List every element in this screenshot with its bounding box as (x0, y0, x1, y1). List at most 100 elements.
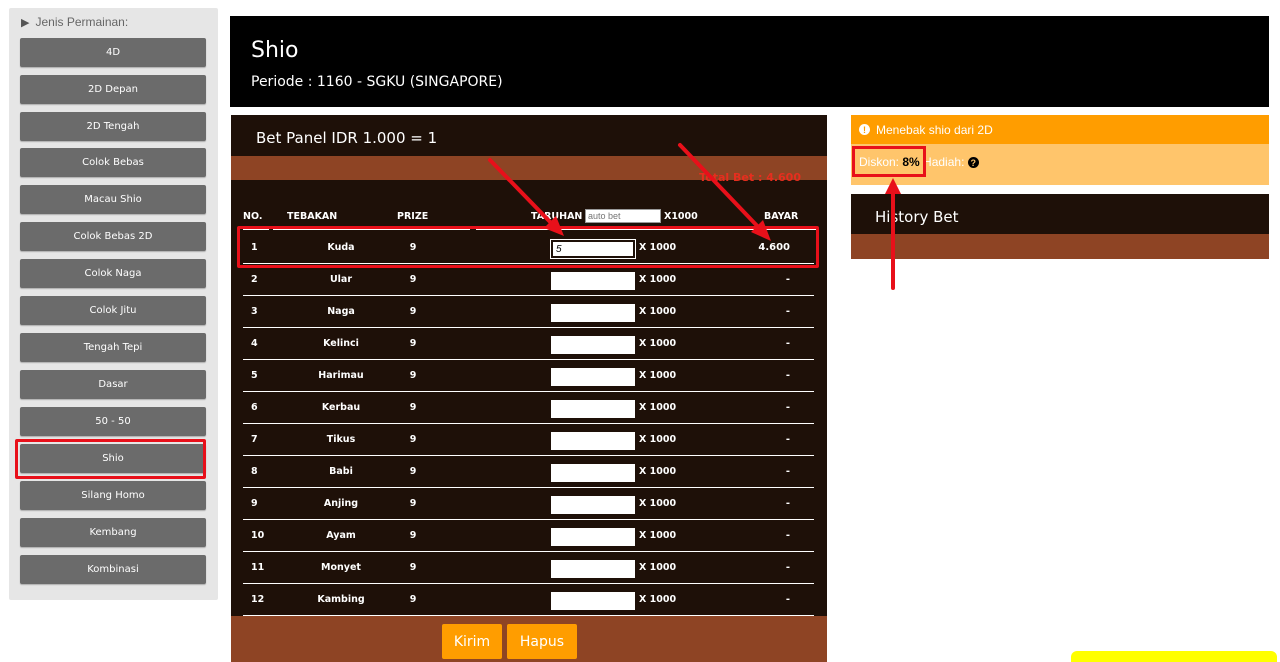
multiplier-label: X 1000 (639, 402, 677, 413)
yellow-widget-tab[interactable] (1071, 651, 1277, 662)
row-prize: 9 (409, 274, 417, 285)
info-header: ! Menebak shio dari 2D (851, 115, 1269, 144)
game-type-button-macau-shio[interactable]: Macau Shio (20, 185, 206, 214)
game-type-button-kembang[interactable]: Kembang (20, 518, 206, 547)
row-bayar: - (785, 370, 790, 381)
taruhan-input[interactable] (551, 464, 635, 482)
taruhan-input[interactable] (551, 400, 635, 418)
row-number: 12 (251, 594, 265, 605)
row-prize: 9 (409, 498, 417, 509)
hapus-button[interactable]: Hapus (507, 624, 577, 659)
col-header-tebakan: TEBAKAN (287, 211, 338, 222)
bet-row: 1 Kuda 9 X 1000 4.600 (243, 232, 814, 264)
game-type-button-4d[interactable]: 4D (20, 38, 206, 67)
row-bayar: - (785, 402, 790, 413)
taruhan-input[interactable] (551, 432, 635, 450)
row-prize: 9 (409, 306, 417, 317)
row-number: 10 (251, 530, 265, 541)
taruhan-input[interactable] (551, 272, 635, 290)
hadiah-label: Hadiah: (923, 155, 965, 169)
taruhan-input[interactable] (551, 592, 635, 610)
kirim-button[interactable]: Kirim (442, 624, 502, 659)
taruhan-input[interactable] (551, 304, 635, 322)
game-type-button-shio[interactable]: Shio (20, 444, 206, 473)
taruhan-input[interactable] (551, 368, 635, 386)
multiplier-label: X 1000 (639, 434, 677, 445)
game-type-button-colok-jitu[interactable]: Colok Jitu (20, 296, 206, 325)
row-tebakan: Babi (329, 466, 353, 477)
bet-row: 4 Kelinci 9 X 1000 - (243, 328, 814, 360)
row-bayar: - (785, 594, 790, 605)
row-bayar: - (785, 466, 790, 477)
bet-row: 3 Naga 9 X 1000 - (243, 296, 814, 328)
header-underline (243, 228, 269, 230)
auto-bet-input[interactable] (585, 209, 661, 223)
row-prize: 9 (409, 530, 417, 541)
row-tebakan: Ayam (326, 530, 356, 541)
game-type-button-2d-depan[interactable]: 2D Depan (20, 75, 206, 104)
row-bayar: - (785, 498, 790, 509)
game-type-button-kombinasi[interactable]: Kombinasi (20, 555, 206, 584)
multiplier-label: X 1000 (639, 306, 677, 317)
multiplier-label: X 1000 (639, 594, 677, 605)
info-heading: Menebak shio dari 2D (876, 122, 993, 137)
multiplier-label: X 1000 (639, 274, 677, 285)
row-tebakan: Harimau (318, 370, 364, 381)
multiplier-label: X 1000 (639, 370, 677, 381)
header-underline (476, 228, 816, 230)
question-icon[interactable]: ? (967, 157, 979, 169)
sidebar-title-label: Jenis Permainan: (35, 15, 129, 29)
game-type-button-tengah-tepi[interactable]: Tengah Tepi (20, 333, 206, 362)
taruhan-input[interactable] (551, 240, 635, 258)
game-type-button-silang-homo[interactable]: Silang Homo (20, 481, 206, 510)
history-bet-strip (851, 234, 1269, 259)
game-type-button-colok-bebas[interactable]: Colok Bebas (20, 148, 206, 177)
bet-row: 7 Tikus 9 X 1000 - (243, 424, 814, 456)
row-number: 4 (251, 338, 258, 349)
multiplier-label: X 1000 (639, 338, 677, 349)
row-prize: 9 (409, 466, 417, 477)
game-type-button-colok-bebas-2d[interactable]: Colok Bebas 2D (20, 222, 206, 251)
row-bayar: 4.600 (758, 242, 790, 253)
sidebar-title: ▶ Jenis Permainan: (21, 15, 128, 29)
taruhan-input[interactable] (551, 560, 635, 578)
row-number: 5 (251, 370, 258, 381)
row-number: 6 (251, 402, 258, 413)
taruhan-input[interactable] (551, 336, 635, 354)
history-bet-panel: History Bet (851, 194, 1269, 259)
row-bayar: - (785, 338, 790, 349)
page-title: Shio (251, 38, 299, 63)
info-box: ! Menebak shio dari 2D Diskon: 8% Hadiah… (851, 115, 1269, 185)
bet-row: 5 Harimau 9 X 1000 - (243, 360, 814, 392)
row-number: 9 (251, 498, 258, 509)
game-type-button-50-50[interactable]: 50 - 50 (20, 407, 206, 436)
bet-panel-footer: Kirim Hapus (231, 616, 827, 662)
taruhan-input[interactable] (551, 496, 635, 514)
triangle-right-icon: ▶ (21, 16, 30, 29)
row-bayar: - (785, 306, 790, 317)
bet-row: 12 Kambing 9 X 1000 - (243, 584, 814, 616)
periode-text: Periode : 1160 - SGKU (SINGAPORE) (251, 74, 503, 90)
game-type-button-colok-naga[interactable]: Colok Naga (20, 259, 206, 288)
game-type-button-2d-tengah[interactable]: 2D Tengah (20, 112, 206, 141)
row-prize: 9 (409, 434, 417, 445)
multiplier-label: X 1000 (639, 498, 677, 509)
total-bet-text: Total Bet : 4.600 (699, 171, 801, 184)
bet-panel: Bet Panel IDR 1.000 = 1 Total Bet : 4.60… (231, 115, 827, 662)
multiplier-label: X 1000 (639, 242, 677, 253)
row-tebakan: Kuda (327, 242, 355, 253)
row-tebakan: Naga (327, 306, 355, 317)
taruhan-input[interactable] (551, 528, 635, 546)
info-exclamation-icon: ! (859, 124, 870, 135)
row-bayar: - (785, 530, 790, 541)
row-number: 3 (251, 306, 258, 317)
row-tebakan: Kambing (317, 594, 365, 605)
row-tebakan: Anjing (323, 498, 359, 509)
row-bayar: - (785, 434, 790, 445)
game-type-button-dasar[interactable]: Dasar (20, 370, 206, 399)
col-header-bayar: BAYAR (764, 211, 799, 222)
row-prize: 9 (409, 242, 417, 253)
row-number: 7 (251, 434, 258, 445)
row-number: 11 (251, 562, 265, 573)
row-number: 8 (251, 466, 258, 477)
